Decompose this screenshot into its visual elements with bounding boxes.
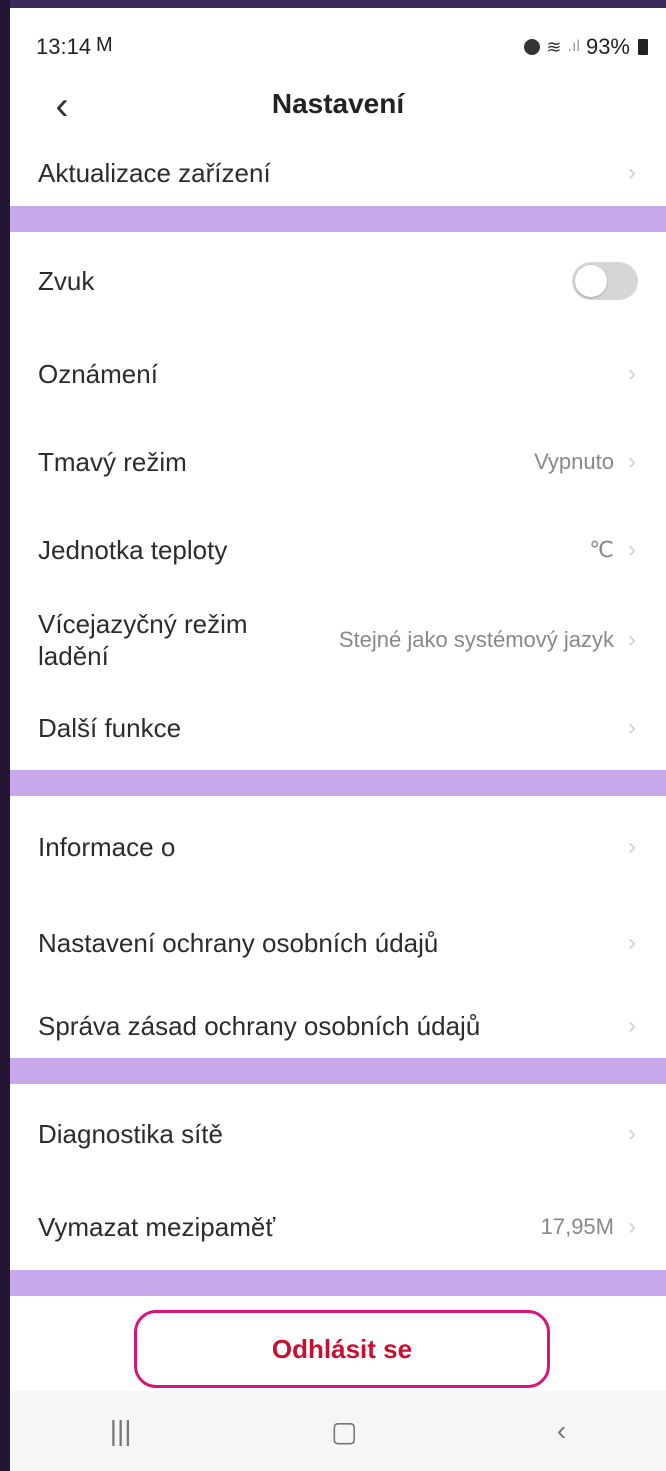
page-title: Nastavení bbox=[271, 88, 405, 119]
alarm-icon bbox=[524, 39, 541, 55]
battery-icon bbox=[638, 39, 648, 55]
chevron-right-icon: › bbox=[628, 448, 636, 475]
chevron-right-icon: › bbox=[628, 929, 636, 956]
logout-button[interactable]: Odhlásit se bbox=[134, 1310, 550, 1388]
battery-percent: 93% bbox=[585, 34, 630, 59]
settings-item-language-mode[interactable]: Vícejazyčný režim ladění Stejné jako sys… bbox=[10, 594, 666, 686]
signal-icon: .ıl bbox=[567, 38, 580, 55]
status-time: 13:14 bbox=[36, 34, 92, 59]
settings-item-more-features[interactable]: Další funkce › bbox=[10, 686, 666, 770]
settings-item-clear-cache[interactable]: Vymazat mezipaměť 17,95M › bbox=[10, 1184, 666, 1270]
mail-icon: M bbox=[96, 34, 113, 56]
settings-item-value: Vypnuto bbox=[534, 449, 614, 474]
settings-item-label: Oznámení bbox=[38, 358, 158, 389]
back-nav-icon[interactable]: ‹ bbox=[557, 1415, 566, 1447]
settings-item-label: Nastavení ochrany osobních údajů bbox=[38, 927, 439, 958]
settings-item-about[interactable]: Informace o › bbox=[10, 796, 666, 898]
device-frame-left bbox=[0, 0, 10, 1471]
settings-item-label: Zvuk bbox=[38, 265, 95, 296]
settings-item-temperature-unit[interactable]: Jednotka teploty ℃ › bbox=[10, 506, 666, 594]
settings-item-label: Další funkce bbox=[38, 712, 182, 743]
settings-item-value: ℃ bbox=[589, 537, 614, 562]
settings-item-label: Aktualizace zařízení bbox=[38, 157, 271, 188]
status-bar: 13:14 M ≋ .ıl 93% bbox=[10, 8, 666, 74]
chevron-right-icon: › bbox=[628, 159, 636, 186]
settings-item-label: Informace o bbox=[38, 831, 176, 862]
wifi-icon: ≋ bbox=[546, 36, 562, 57]
sound-toggle[interactable] bbox=[572, 262, 638, 300]
section-divider bbox=[10, 1270, 666, 1296]
settings-item-label: Vymazat mezipaměť bbox=[38, 1211, 276, 1242]
home-icon[interactable]: ▢ bbox=[331, 1415, 357, 1448]
settings-item-sound: Zvuk bbox=[10, 232, 666, 330]
settings-item-device-update[interactable]: Aktualizace zařízení › bbox=[10, 140, 666, 206]
chevron-right-icon: › bbox=[628, 1012, 636, 1039]
phone-screen: 13:14 M ≋ .ıl 93% ‹ Nastavení Aktualizac… bbox=[10, 8, 666, 1471]
settings-item-value: 17,95M bbox=[540, 1214, 614, 1239]
chevron-right-icon: › bbox=[628, 536, 636, 563]
settings-item-privacy-settings[interactable]: Nastavení ochrany osobních údajů › bbox=[10, 898, 666, 988]
settings-item-notifications[interactable]: Oznámení › bbox=[10, 330, 666, 418]
settings-item-label: Správa zásad ochrany osobních údajů bbox=[38, 1010, 481, 1041]
settings-item-value: Stejné jako systémový jazyk bbox=[338, 627, 614, 652]
section-divider bbox=[10, 770, 666, 796]
settings-item-label: Vícejazyčný režim ladění bbox=[38, 609, 248, 671]
settings-item-label: Tmavý režim bbox=[38, 446, 187, 477]
settings-item-privacy-policy[interactable]: Správa zásad ochrany osobních údajů › bbox=[10, 988, 666, 1064]
toggle-knob bbox=[575, 265, 607, 297]
section-divider bbox=[10, 1058, 666, 1084]
section-divider bbox=[10, 206, 666, 232]
chevron-right-icon: › bbox=[628, 626, 636, 653]
chevron-right-icon: › bbox=[628, 360, 636, 387]
chevron-right-icon: › bbox=[628, 833, 636, 860]
settings-item-network-diagnostics[interactable]: Diagnostika sítě › bbox=[10, 1084, 666, 1184]
settings-item-label: Jednotka teploty bbox=[38, 534, 228, 565]
system-nav-bar: ||| ▢ ‹ bbox=[10, 1391, 666, 1471]
recent-apps-icon[interactable]: ||| bbox=[110, 1415, 132, 1447]
status-right: ≋ .ıl 93% bbox=[524, 34, 648, 60]
app-header: ‹ Nastavení bbox=[10, 74, 666, 140]
chevron-right-icon: › bbox=[628, 714, 636, 741]
chevron-right-icon: › bbox=[628, 1120, 636, 1147]
chevron-right-icon: › bbox=[628, 1213, 636, 1240]
settings-item-dark-mode[interactable]: Tmavý režim Vypnuto › bbox=[10, 418, 666, 506]
settings-item-label: Diagnostika sítě bbox=[38, 1118, 223, 1149]
